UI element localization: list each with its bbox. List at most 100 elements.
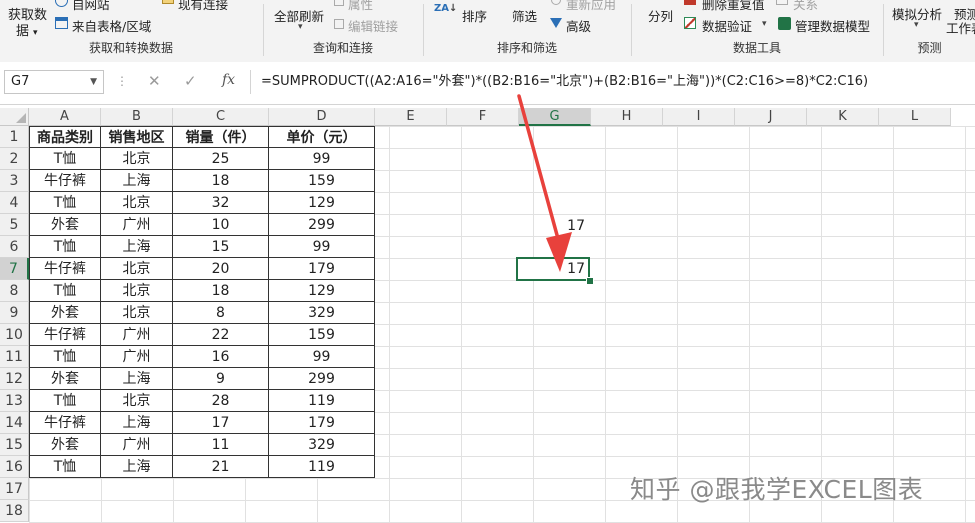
column-header-h[interactable]: H — [591, 108, 663, 126]
table-cell[interactable]: 129 — [269, 192, 375, 214]
from-table-button[interactable]: 来自表格/区域 — [72, 16, 151, 35]
cancel-icon[interactable]: ✕ — [148, 72, 161, 90]
remove-duplicates-button[interactable]: 删除重复值 — [702, 0, 765, 13]
text-to-columns-button[interactable]: 分列 — [648, 6, 673, 25]
manage-data-model-button[interactable]: 管理数据模型 — [795, 16, 870, 35]
row-header-18[interactable]: 18 — [0, 500, 29, 522]
table-cell[interactable]: 99 — [269, 236, 375, 258]
table-header-cell[interactable]: 商品类别 — [29, 126, 101, 148]
table-cell[interactable]: 北京 — [101, 302, 173, 324]
row-header-14[interactable]: 14 — [0, 412, 29, 434]
row-header-11[interactable]: 11 — [0, 346, 29, 368]
table-cell[interactable]: 北京 — [101, 390, 173, 412]
get-data-label-2[interactable]: 据 ▾ — [16, 20, 38, 39]
table-cell[interactable]: 119 — [269, 456, 375, 478]
row-header-12[interactable]: 12 — [0, 368, 29, 390]
table-cell[interactable]: 15 — [173, 236, 269, 258]
table-cell[interactable]: 17 — [173, 412, 269, 434]
table-cell[interactable]: 119 — [269, 390, 375, 412]
table-cell[interactable]: 牛仔裤 — [29, 412, 101, 434]
select-all-corner[interactable] — [0, 108, 29, 126]
sort-az-icon[interactable]: ZA↓ — [434, 4, 457, 14]
table-cell[interactable]: 32 — [173, 192, 269, 214]
table-cell[interactable]: T恤 — [29, 148, 101, 170]
row-header-1[interactable]: 1 — [0, 126, 29, 148]
table-cell[interactable]: 上海 — [101, 412, 173, 434]
table-cell[interactable]: 20 — [173, 258, 269, 280]
name-box[interactable]: G7 ▼ — [4, 70, 104, 94]
row-header-16[interactable]: 16 — [0, 456, 29, 478]
table-cell[interactable]: 299 — [269, 214, 375, 236]
relationships-button[interactable]: 关系 — [793, 0, 818, 13]
table-cell[interactable]: 外套 — [29, 214, 101, 236]
sort-button[interactable]: 排序 — [462, 6, 487, 25]
table-cell[interactable]: 99 — [269, 148, 375, 170]
properties-button[interactable]: 属性 — [348, 0, 373, 13]
row-header-17[interactable]: 17 — [0, 478, 29, 500]
row-header-2[interactable]: 2 — [0, 148, 29, 170]
row-header-8[interactable]: 8 — [0, 280, 29, 302]
table-cell[interactable]: 329 — [269, 302, 375, 324]
row-header-15[interactable]: 15 — [0, 434, 29, 456]
column-header-g[interactable]: G — [519, 108, 591, 126]
table-header-cell[interactable]: 销量（件） — [173, 126, 269, 148]
enter-icon[interactable]: ✓ — [184, 72, 197, 90]
table-cell[interactable]: T恤 — [29, 346, 101, 368]
table-cell[interactable]: T恤 — [29, 280, 101, 302]
column-header-k[interactable]: K — [807, 108, 879, 126]
forecast-sheet-label-2[interactable]: 工作表 — [946, 18, 975, 37]
table-cell[interactable]: 外套 — [29, 302, 101, 324]
fill-handle[interactable] — [586, 277, 594, 285]
table-cell[interactable]: 北京 — [101, 148, 173, 170]
column-header-d[interactable]: D — [269, 108, 375, 126]
reapply-button[interactable]: 重新应用 — [566, 0, 616, 13]
table-cell[interactable]: 8 — [173, 302, 269, 324]
table-cell[interactable]: 25 — [173, 148, 269, 170]
table-cell[interactable]: 外套 — [29, 368, 101, 390]
table-cell[interactable]: 牛仔裤 — [29, 170, 101, 192]
table-cell[interactable]: 99 — [269, 346, 375, 368]
column-header-b[interactable]: B — [101, 108, 173, 126]
table-cell[interactable]: 18 — [173, 280, 269, 302]
table-cell[interactable]: 159 — [269, 170, 375, 192]
row-header-9[interactable]: 9 — [0, 302, 29, 324]
table-cell[interactable]: 广州 — [101, 346, 173, 368]
table-cell[interactable]: 外套 — [29, 434, 101, 456]
column-header-j[interactable]: J — [735, 108, 807, 126]
data-validation-button[interactable]: 数据验证 — [702, 16, 752, 35]
row-header-7[interactable]: 7 — [0, 258, 29, 280]
table-cell[interactable]: 129 — [269, 280, 375, 302]
table-cell[interactable]: 上海 — [101, 170, 173, 192]
table-cell[interactable]: 179 — [269, 258, 375, 280]
formula-input[interactable]: =SUMPRODUCT((A2:A16="外套")*((B2:B16="北京")… — [250, 70, 975, 94]
table-cell[interactable]: T恤 — [29, 236, 101, 258]
table-cell[interactable]: T恤 — [29, 390, 101, 412]
table-cell[interactable]: 北京 — [101, 280, 173, 302]
table-cell[interactable]: 上海 — [101, 368, 173, 390]
table-cell[interactable]: 10 — [173, 214, 269, 236]
table-cell[interactable]: T恤 — [29, 456, 101, 478]
cell-g5[interactable]: 17 — [517, 215, 589, 237]
table-cell[interactable]: 广州 — [101, 324, 173, 346]
table-cell[interactable]: 22 — [173, 324, 269, 346]
column-header-l[interactable]: L — [879, 108, 951, 126]
table-cell[interactable]: 9 — [173, 368, 269, 390]
column-header-f[interactable]: F — [447, 108, 519, 126]
table-cell[interactable]: 159 — [269, 324, 375, 346]
table-cell[interactable]: 18 — [173, 170, 269, 192]
table-header-cell[interactable]: 单价（元） — [269, 126, 375, 148]
table-cell[interactable]: 299 — [269, 368, 375, 390]
column-header-e[interactable]: E — [375, 108, 447, 126]
row-header-13[interactable]: 13 — [0, 390, 29, 412]
table-cell[interactable]: 16 — [173, 346, 269, 368]
column-header-i[interactable]: I — [663, 108, 735, 126]
table-cell[interactable]: 11 — [173, 434, 269, 456]
table-cell[interactable]: 北京 — [101, 192, 173, 214]
filter-button[interactable]: 筛选 — [512, 6, 537, 25]
table-header-cell[interactable]: 销售地区 — [101, 126, 173, 148]
table-cell[interactable]: 牛仔裤 — [29, 324, 101, 346]
table-cell[interactable]: 329 — [269, 434, 375, 456]
row-header-10[interactable]: 10 — [0, 324, 29, 346]
row-header-5[interactable]: 5 — [0, 214, 29, 236]
table-cell[interactable]: 广州 — [101, 214, 173, 236]
